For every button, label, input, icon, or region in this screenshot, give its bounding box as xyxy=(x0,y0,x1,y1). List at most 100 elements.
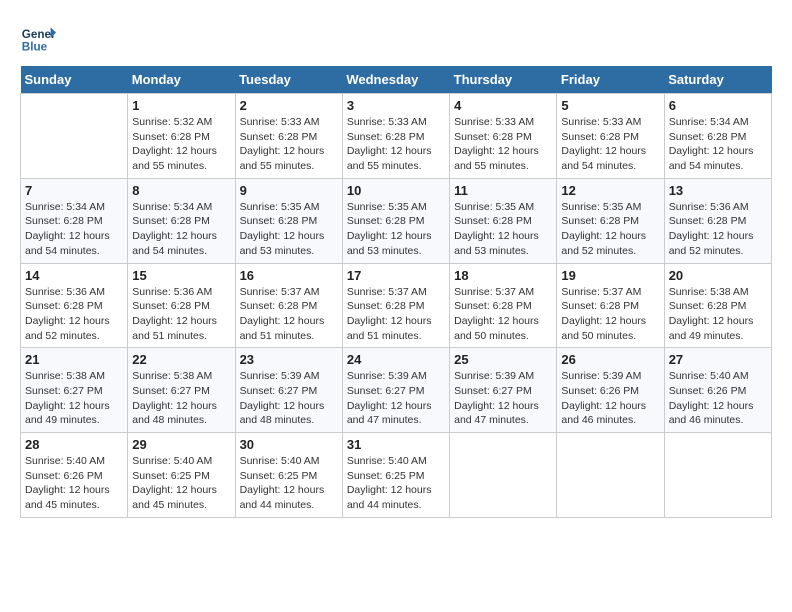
day-info: Sunrise: 5:38 AM Sunset: 6:27 PM Dayligh… xyxy=(25,369,123,428)
day-info: Sunrise: 5:39 AM Sunset: 6:27 PM Dayligh… xyxy=(347,369,445,428)
day-number: 28 xyxy=(25,437,123,452)
day-number: 6 xyxy=(669,98,767,113)
calendar-cell: 1 Sunrise: 5:32 AM Sunset: 6:28 PM Daylig… xyxy=(128,94,235,179)
day-number: 27 xyxy=(669,352,767,367)
day-number: 18 xyxy=(454,268,552,283)
calendar-cell: 26 Sunrise: 5:39 AM Sunset: 6:26 PM Dayli… xyxy=(557,348,664,433)
day-number: 3 xyxy=(347,98,445,113)
day-number: 30 xyxy=(240,437,338,452)
header-thursday: Thursday xyxy=(450,66,557,94)
day-info: Sunrise: 5:36 AM Sunset: 6:28 PM Dayligh… xyxy=(25,285,123,344)
day-number: 29 xyxy=(132,437,230,452)
day-number: 21 xyxy=(25,352,123,367)
day-number: 1 xyxy=(132,98,230,113)
calendar-cell: 17Sunrise: 5:37 AM Sunset: 6:28 PM Dayli… xyxy=(342,263,449,348)
page-header: General Blue xyxy=(20,20,772,56)
day-number: 26 xyxy=(561,352,659,367)
day-info: Sunrise: 5:33 AM Sunset: 6:28 PM Dayligh… xyxy=(561,115,659,174)
day-info: Sunrise: 5:33 AM Sunset: 6:28 PM Dayligh… xyxy=(347,115,445,174)
day-number: 7 xyxy=(25,183,123,198)
day-number: 5 xyxy=(561,98,659,113)
calendar-week-5: 28 Sunrise: 5:40 AM Sunset: 6:26 PM Dayli… xyxy=(21,433,772,518)
calendar-cell: 4Sunrise: 5:33 AM Sunset: 6:28 PM Daylig… xyxy=(450,94,557,179)
day-number: 13 xyxy=(669,183,767,198)
day-info: Sunrise: 5:40 AM Sunset: 6:25 PM Dayligh… xyxy=(132,454,230,513)
day-info: Sunrise: 5:39 AM Sunset: 6:27 PM Dayligh… xyxy=(454,369,552,428)
calendar-cell: 28 Sunrise: 5:40 AM Sunset: 6:26 PM Dayli… xyxy=(21,433,128,518)
day-info: Sunrise: 5:38 AM Sunset: 6:27 PM Dayligh… xyxy=(132,369,230,428)
calendar-cell: 10Sunrise: 5:35 AM Sunset: 6:28 PM Dayli… xyxy=(342,178,449,263)
day-number: 31 xyxy=(347,437,445,452)
calendar-cell: 3 Sunrise: 5:33 AM Sunset: 6:28 PM Daylig… xyxy=(342,94,449,179)
day-info: Sunrise: 5:35 AM Sunset: 6:28 PM Dayligh… xyxy=(561,200,659,259)
day-number: 20 xyxy=(669,268,767,283)
calendar-cell: 22 Sunrise: 5:38 AM Sunset: 6:27 PM Dayli… xyxy=(128,348,235,433)
day-info: Sunrise: 5:34 AM Sunset: 6:28 PM Dayligh… xyxy=(669,115,767,174)
day-number: 9 xyxy=(240,183,338,198)
day-info: Sunrise: 5:34 AM Sunset: 6:28 PM Dayligh… xyxy=(132,200,230,259)
calendar-cell: 21 Sunrise: 5:38 AM Sunset: 6:27 PM Dayli… xyxy=(21,348,128,433)
calendar-cell: 15 Sunrise: 5:36 AM Sunset: 6:28 PM Dayli… xyxy=(128,263,235,348)
calendar-cell: 12 Sunrise: 5:35 AM Sunset: 6:28 PM Dayli… xyxy=(557,178,664,263)
day-info: Sunrise: 5:37 AM Sunset: 6:28 PM Dayligh… xyxy=(240,285,338,344)
calendar-cell: 16 Sunrise: 5:37 AM Sunset: 6:28 PM Dayli… xyxy=(235,263,342,348)
calendar-cell: 7Sunrise: 5:34 AM Sunset: 6:28 PM Daylig… xyxy=(21,178,128,263)
calendar-cell: 25 Sunrise: 5:39 AM Sunset: 6:27 PM Dayli… xyxy=(450,348,557,433)
day-number: 14 xyxy=(25,268,123,283)
header-saturday: Saturday xyxy=(664,66,771,94)
calendar-cell: 30 Sunrise: 5:40 AM Sunset: 6:25 PM Dayli… xyxy=(235,433,342,518)
day-info: Sunrise: 5:39 AM Sunset: 6:27 PM Dayligh… xyxy=(240,369,338,428)
day-info: Sunrise: 5:40 AM Sunset: 6:26 PM Dayligh… xyxy=(669,369,767,428)
day-info: Sunrise: 5:36 AM Sunset: 6:28 PM Dayligh… xyxy=(669,200,767,259)
day-info: Sunrise: 5:33 AM Sunset: 6:28 PM Dayligh… xyxy=(240,115,338,174)
calendar-cell: 8 Sunrise: 5:34 AM Sunset: 6:28 PM Daylig… xyxy=(128,178,235,263)
calendar-cell xyxy=(664,433,771,518)
logo: General Blue xyxy=(20,20,60,56)
day-number: 11 xyxy=(454,183,552,198)
day-info: Sunrise: 5:37 AM Sunset: 6:28 PM Dayligh… xyxy=(561,285,659,344)
header-sunday: Sunday xyxy=(21,66,128,94)
day-number: 25 xyxy=(454,352,552,367)
calendar-cell: 2 Sunrise: 5:33 AM Sunset: 6:28 PM Daylig… xyxy=(235,94,342,179)
day-number: 8 xyxy=(132,183,230,198)
day-info: Sunrise: 5:39 AM Sunset: 6:26 PM Dayligh… xyxy=(561,369,659,428)
day-info: Sunrise: 5:36 AM Sunset: 6:28 PM Dayligh… xyxy=(132,285,230,344)
calendar-cell: 11 Sunrise: 5:35 AM Sunset: 6:28 PM Dayli… xyxy=(450,178,557,263)
day-number: 24 xyxy=(347,352,445,367)
calendar-week-4: 21 Sunrise: 5:38 AM Sunset: 6:27 PM Dayli… xyxy=(21,348,772,433)
calendar-cell: 29 Sunrise: 5:40 AM Sunset: 6:25 PM Dayli… xyxy=(128,433,235,518)
day-info: Sunrise: 5:40 AM Sunset: 6:26 PM Dayligh… xyxy=(25,454,123,513)
day-number: 4 xyxy=(454,98,552,113)
day-number: 17 xyxy=(347,268,445,283)
calendar-week-1: 1 Sunrise: 5:32 AM Sunset: 6:28 PM Daylig… xyxy=(21,94,772,179)
header-monday: Monday xyxy=(128,66,235,94)
header-wednesday: Wednesday xyxy=(342,66,449,94)
calendar-cell: 24 Sunrise: 5:39 AM Sunset: 6:27 PM Dayli… xyxy=(342,348,449,433)
day-info: Sunrise: 5:35 AM Sunset: 6:28 PM Dayligh… xyxy=(240,200,338,259)
calendar-cell: 14 Sunrise: 5:36 AM Sunset: 6:28 PM Dayli… xyxy=(21,263,128,348)
day-number: 2 xyxy=(240,98,338,113)
calendar-cell: 5 Sunrise: 5:33 AM Sunset: 6:28 PM Daylig… xyxy=(557,94,664,179)
calendar-cell: 6 Sunrise: 5:34 AM Sunset: 6:28 PM Daylig… xyxy=(664,94,771,179)
day-info: Sunrise: 5:38 AM Sunset: 6:28 PM Dayligh… xyxy=(669,285,767,344)
day-info: Sunrise: 5:40 AM Sunset: 6:25 PM Dayligh… xyxy=(347,454,445,513)
calendar-cell: 23Sunrise: 5:39 AM Sunset: 6:27 PM Dayli… xyxy=(235,348,342,433)
day-number: 22 xyxy=(132,352,230,367)
calendar-week-3: 14 Sunrise: 5:36 AM Sunset: 6:28 PM Dayli… xyxy=(21,263,772,348)
calendar-cell: 19 Sunrise: 5:37 AM Sunset: 6:28 PM Dayli… xyxy=(557,263,664,348)
calendar-table: SundayMondayTuesdayWednesdayThursdayFrid… xyxy=(20,66,772,518)
day-info: Sunrise: 5:35 AM Sunset: 6:28 PM Dayligh… xyxy=(454,200,552,259)
day-number: 19 xyxy=(561,268,659,283)
calendar-cell xyxy=(557,433,664,518)
day-info: Sunrise: 5:37 AM Sunset: 6:28 PM Dayligh… xyxy=(454,285,552,344)
logo-icon: General Blue xyxy=(20,20,56,56)
calendar-cell: 13 Sunrise: 5:36 AM Sunset: 6:28 PM Dayli… xyxy=(664,178,771,263)
svg-text:Blue: Blue xyxy=(22,41,48,54)
day-info: Sunrise: 5:32 AM Sunset: 6:28 PM Dayligh… xyxy=(132,115,230,174)
header-friday: Friday xyxy=(557,66,664,94)
day-number: 15 xyxy=(132,268,230,283)
day-number: 16 xyxy=(240,268,338,283)
day-info: Sunrise: 5:40 AM Sunset: 6:25 PM Dayligh… xyxy=(240,454,338,513)
day-number: 12 xyxy=(561,183,659,198)
calendar-cell: 20 Sunrise: 5:38 AM Sunset: 6:28 PM Dayli… xyxy=(664,263,771,348)
